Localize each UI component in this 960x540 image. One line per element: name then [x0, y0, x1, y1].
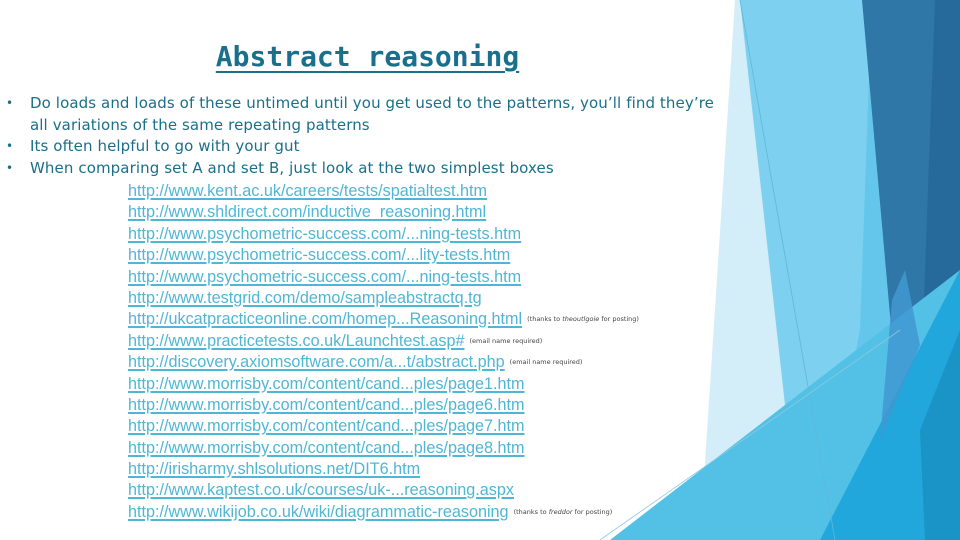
link-note: (email name required): [469, 336, 543, 345]
bullet-list: • Do loads and loads of these untimed unt…: [6, 93, 726, 179]
link-practicetests[interactable]: http://www.practicetests.co.uk/Launchtes…: [128, 332, 465, 350]
bullet-item: • Its often helpful to go with your gut: [6, 136, 726, 158]
link-row: http://ukcatpracticeonline.com/homep...R…: [128, 309, 639, 330]
link-row: http://www.wikijob.co.uk/wiki/diagrammat…: [128, 502, 639, 523]
bullet-item: • When comparing set A and set B, just lo…: [6, 158, 726, 180]
link-note: (thanks to freddor for posting): [513, 507, 613, 516]
link-row: http://www.psychometric-success.com/...l…: [128, 245, 639, 266]
link-row: http://www.morrisby.com/content/cand...p…: [128, 438, 639, 459]
link-row: http://irisharmy.shlsolutions.net/DIT6.h…: [128, 459, 639, 480]
link-morrisby-page6[interactable]: http://www.morrisby.com/content/cand...p…: [128, 396, 524, 414]
link-note: (thanks to theoutlgoie for posting): [527, 315, 639, 324]
bullet-dot-icon: •: [6, 96, 14, 110]
link-psychometric-3[interactable]: http://www.psychometric-success.com/...n…: [128, 268, 521, 286]
link-row: http://discovery.axiomsoftware.com/a...t…: [128, 352, 639, 373]
link-kent-spatialtest[interactable]: http://www.kent.ac.uk/careers/tests/spat…: [128, 182, 487, 200]
link-kaptest[interactable]: http://www.kaptest.co.uk/courses/uk-...r…: [128, 481, 514, 499]
link-row: http://www.kaptest.co.uk/courses/uk-...r…: [128, 480, 639, 501]
link-row: http://www.psychometric-success.com/...n…: [128, 267, 639, 288]
bullet-dot-icon: •: [6, 139, 14, 153]
link-note: (email name required): [509, 358, 583, 367]
slide-title: Abstract reasoning: [215, 40, 520, 73]
link-ukcatpracticeonline[interactable]: http://ukcatpracticeonline.com/homep...R…: [128, 310, 522, 328]
link-testgrid[interactable]: http://www.testgrid.com/demo/sampleabstr…: [128, 289, 482, 307]
link-row: http://www.morrisby.com/content/cand...p…: [128, 395, 639, 416]
link-row: http://www.kent.ac.uk/careers/tests/spat…: [128, 181, 639, 202]
link-morrisby-page8[interactable]: http://www.morrisby.com/content/cand...p…: [128, 439, 524, 457]
link-list: http://www.kent.ac.uk/careers/tests/spat…: [128, 181, 639, 523]
link-row: http://www.testgrid.com/demo/sampleabstr…: [128, 288, 639, 309]
link-psychometric-1[interactable]: http://www.psychometric-success.com/...n…: [128, 225, 521, 243]
link-psychometric-2[interactable]: http://www.psychometric-success.com/...l…: [128, 246, 510, 264]
link-row: http://www.shldirect.com/inductive_reaso…: [128, 202, 639, 223]
bullet-dot-icon: •: [6, 160, 14, 175]
link-row: http://www.morrisby.com/content/cand...p…: [128, 374, 639, 395]
link-irisharmy[interactable]: http://irisharmy.shlsolutions.net/DIT6.h…: [128, 460, 420, 478]
link-wikijob[interactable]: http://www.wikijob.co.uk/wiki/diagrammat…: [128, 503, 509, 521]
link-row: http://www.practicetests.co.uk/Launchtes…: [128, 331, 639, 352]
link-morrisby-page7[interactable]: http://www.morrisby.com/content/cand...p…: [128, 417, 524, 435]
link-row: http://www.psychometric-success.com/...n…: [128, 224, 639, 245]
bullet-item: • Do loads and loads of these untimed unt…: [6, 94, 714, 134]
link-shldirect-inductive[interactable]: http://www.shldirect.com/inductive_reaso…: [128, 203, 486, 221]
link-morrisby-page1[interactable]: http://www.morrisby.com/content/cand...p…: [128, 375, 524, 393]
link-row: http://www.morrisby.com/content/cand...p…: [128, 416, 639, 437]
link-axiomsoftware[interactable]: http://discovery.axiomsoftware.com/a...t…: [128, 353, 505, 371]
